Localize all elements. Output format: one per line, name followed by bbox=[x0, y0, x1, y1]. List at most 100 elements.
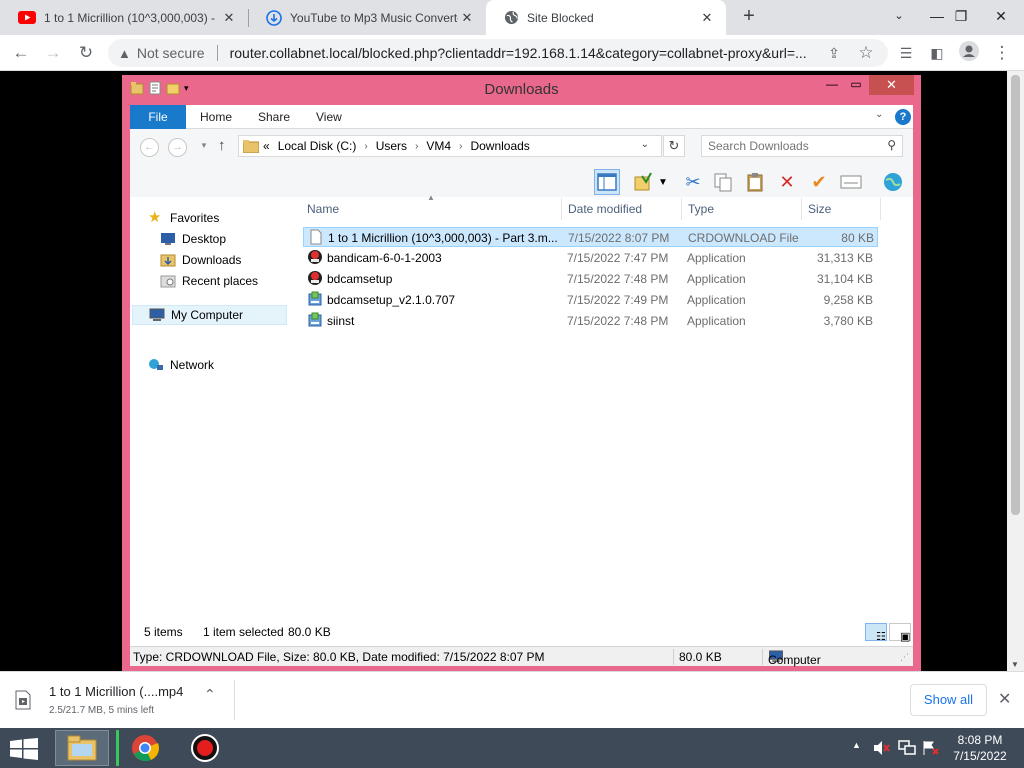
search-icon[interactable]: ⚲ bbox=[887, 138, 896, 152]
desktop-icon bbox=[161, 233, 175, 245]
breadcrumb-overflow[interactable]: « bbox=[263, 139, 270, 153]
column-header-size[interactable]: Size bbox=[803, 198, 881, 220]
network-globe-button[interactable] bbox=[880, 169, 906, 195]
breadcrumb-arrow-icon[interactable]: › bbox=[459, 141, 462, 152]
close-tab-icon[interactable]: ✕ bbox=[698, 10, 716, 26]
show-hidden-icons-icon[interactable]: ▲ bbox=[852, 740, 861, 750]
forward-button[interactable]: → bbox=[41, 41, 65, 65]
search-input[interactable] bbox=[702, 136, 872, 156]
nav-label: Desktop bbox=[182, 232, 227, 246]
breadcrumb-arrow-icon[interactable]: › bbox=[364, 141, 367, 152]
taskbar-chrome[interactable] bbox=[116, 730, 170, 766]
folder-options-button[interactable] bbox=[630, 169, 656, 195]
address-bar[interactable]: ▲ Not secure router.collabnet.local/bloc… bbox=[108, 39, 888, 67]
breadcrumb-vm4[interactable]: VM4 bbox=[426, 139, 451, 153]
help-icon[interactable]: ? bbox=[895, 109, 911, 125]
start-button[interactable] bbox=[10, 738, 38, 763]
file-row[interactable]: siinst 7/15/2022 7:48 PM Application 3,7… bbox=[303, 311, 878, 331]
url-text: router.collabnet.local/blocked.php?clien… bbox=[229, 45, 807, 61]
ribbon-tab-file[interactable]: File bbox=[130, 105, 186, 129]
scroll-down-arrow-icon[interactable]: ▼ bbox=[1011, 660, 1019, 669]
close-tab-icon[interactable]: ✕ bbox=[458, 10, 476, 26]
resize-grip-icon[interactable]: ⋰ bbox=[900, 652, 909, 663]
file-row[interactable]: 1 to 1 Micrillion (10^3,000,003) - Part … bbox=[303, 227, 878, 247]
download-options-chevron-icon[interactable]: ⌃ bbox=[204, 686, 216, 703]
taskbar-bandicam[interactable] bbox=[178, 730, 232, 766]
nav-network[interactable]: Network bbox=[148, 358, 214, 372]
page-scrollbar[interactable]: ▼ bbox=[1007, 71, 1024, 671]
profile-avatar[interactable] bbox=[957, 41, 981, 65]
volume-muted-icon[interactable] bbox=[873, 740, 891, 759]
file-row[interactable]: bdcamsetup 7/15/2022 7:48 PM Application… bbox=[303, 269, 878, 289]
nav-recent-places[interactable]: Recent places bbox=[160, 274, 258, 288]
copy-button[interactable] bbox=[710, 169, 736, 195]
column-header-date[interactable]: Date modified bbox=[563, 198, 682, 220]
close-shelf-icon[interactable]: ✕ bbox=[998, 689, 1011, 709]
new-tab-button[interactable]: + bbox=[738, 6, 760, 28]
cut-button[interactable]: ✂ bbox=[680, 169, 706, 195]
explorer-forward-button[interactable]: → bbox=[168, 138, 187, 157]
breadcrumb-downloads[interactable]: Downloads bbox=[470, 139, 529, 153]
nav-downloads[interactable]: Downloads bbox=[160, 253, 241, 267]
rename-button[interactable]: ✔ bbox=[806, 169, 832, 195]
ribbon-tab-share[interactable]: Share bbox=[258, 105, 290, 129]
tab-site-blocked[interactable]: Site Blocked ✕ bbox=[486, 0, 726, 35]
breadcrumb[interactable]: « Local Disk (C:) › Users › VM4 › Downlo… bbox=[238, 135, 662, 157]
file-row[interactable]: bdcamsetup_v2.1.0.707 7/15/2022 7:49 PM … bbox=[303, 290, 878, 310]
nav-my-computer[interactable]: My Computer bbox=[132, 305, 287, 325]
status-selected-size: 80.0 KB bbox=[288, 625, 331, 639]
bookmark-star-icon[interactable]: ☆ bbox=[854, 41, 878, 65]
breadcrumb-arrow-icon[interactable]: › bbox=[415, 141, 418, 152]
flag-warning-icon bbox=[923, 741, 939, 755]
explorer-titlebar[interactable]: ▾ Downloads — ▭ ✕ bbox=[122, 75, 921, 103]
menu-kebab-icon[interactable]: ⋮ bbox=[990, 41, 1014, 65]
taskbar-file-explorer[interactable] bbox=[55, 730, 109, 766]
recent-locations-dropdown-icon[interactable]: ▼ bbox=[200, 141, 208, 150]
ribbon-tab-home[interactable]: Home bbox=[200, 105, 232, 129]
computer-icon bbox=[149, 308, 165, 321]
nav-favorites[interactable]: ★ Favorites bbox=[148, 210, 219, 225]
address-dropdown-icon[interactable]: ⌄ bbox=[641, 139, 649, 150]
system-clock[interactable]: 8:08 PM 7/15/2022 bbox=[950, 732, 1010, 764]
network-tray-icon bbox=[898, 740, 916, 755]
explorer-minimize-button[interactable]: — bbox=[820, 75, 844, 95]
close-window-button[interactable]: ✕ bbox=[978, 0, 1024, 35]
tab-mp3-converter[interactable]: YouTube to Mp3 Music Converter ✕ bbox=[248, 0, 486, 35]
file-type: Application bbox=[687, 272, 746, 286]
explorer-maximize-button[interactable]: ▭ bbox=[844, 75, 868, 95]
blank-file-icon bbox=[310, 229, 322, 245]
breadcrumb-users[interactable]: Users bbox=[376, 139, 407, 153]
scrollbar-thumb[interactable] bbox=[1011, 75, 1020, 515]
large-icons-view-button[interactable]: ▣ bbox=[889, 623, 911, 643]
back-button[interactable]: ← bbox=[9, 41, 33, 65]
tab-youtube[interactable]: 1 to 1 Micrillion (10^3,000,003) - ✕ bbox=[0, 0, 248, 35]
ribbon-tab-view[interactable]: View bbox=[316, 105, 342, 129]
explorer-back-button[interactable]: ← bbox=[140, 138, 159, 157]
column-header-type[interactable]: Type bbox=[683, 198, 802, 220]
reload-button[interactable]: ↻ bbox=[74, 41, 98, 65]
delete-button[interactable]: ✕ bbox=[774, 169, 800, 195]
share-icon[interactable]: ⇪ bbox=[822, 41, 846, 65]
sort-ascending-icon: ▲ bbox=[427, 193, 435, 202]
downloads-folder-icon bbox=[160, 254, 176, 267]
paste-button[interactable] bbox=[742, 169, 768, 195]
reading-list-icon[interactable]: ☰ bbox=[894, 41, 918, 65]
breadcrumb-local-disk[interactable]: Local Disk (C:) bbox=[278, 139, 357, 153]
properties-button[interactable] bbox=[838, 169, 864, 195]
side-panel-icon[interactable]: ◧ bbox=[925, 41, 949, 65]
refresh-icon[interactable]: ↻ bbox=[663, 135, 685, 157]
details-view-button[interactable]: ☷ bbox=[865, 623, 887, 643]
nav-desktop[interactable]: Desktop bbox=[160, 232, 226, 246]
folder-options-dropdown-icon[interactable]: ▼ bbox=[656, 169, 670, 195]
file-row[interactable]: bandicam-6-0-1-2003 7/15/2022 7:47 PM Ap… bbox=[303, 248, 878, 268]
up-arrow-icon[interactable]: ↑ bbox=[218, 137, 226, 154]
preview-pane-button[interactable] bbox=[594, 169, 620, 195]
youtube-icon bbox=[18, 11, 36, 24]
properties-card-icon bbox=[840, 175, 862, 189]
explorer-close-button[interactable]: ✕ bbox=[869, 75, 914, 95]
action-center-icon[interactable] bbox=[922, 740, 940, 759]
ribbon-expand-chevron-icon[interactable]: ⌄ bbox=[875, 109, 883, 120]
show-all-button[interactable]: Show all bbox=[910, 684, 987, 716]
network-status-icon[interactable] bbox=[898, 740, 916, 759]
close-tab-icon[interactable]: ✕ bbox=[220, 10, 238, 26]
